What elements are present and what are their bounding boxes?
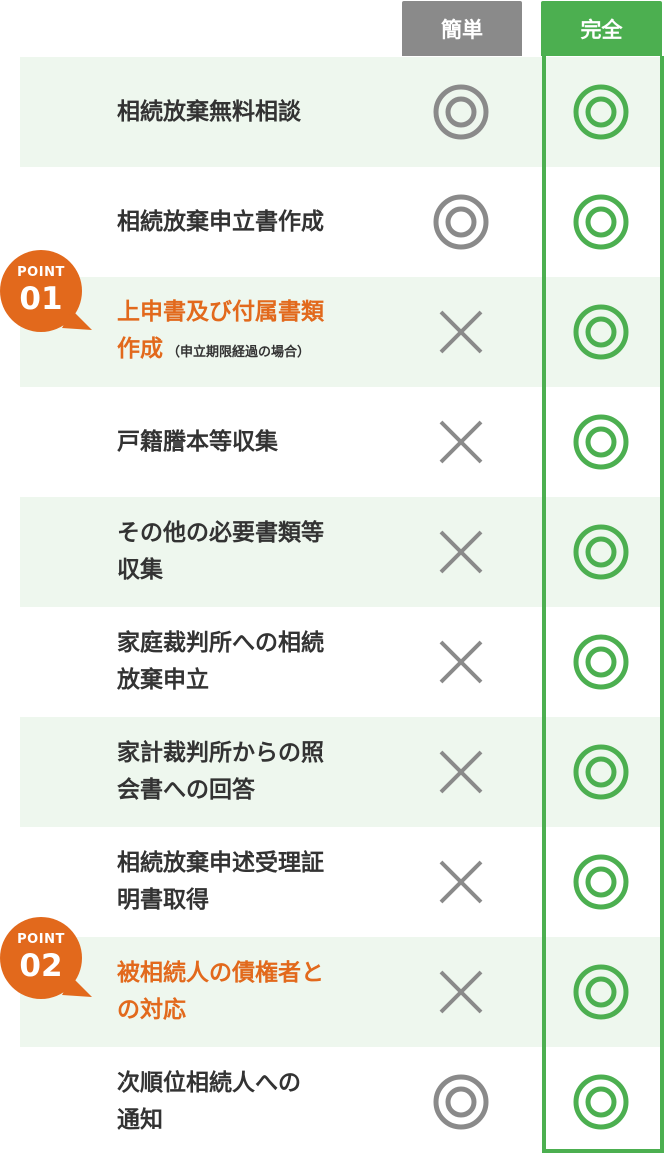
row-label: 戸籍謄本等収集 [117, 428, 278, 455]
cross-icon [439, 750, 483, 794]
cross-icon [439, 420, 483, 464]
row-label: 相続放棄申立書作成 [117, 208, 324, 235]
row-label: 上申書及び付属書類 作成 （申立期限経過の場合） [117, 298, 324, 362]
cross-icon [439, 970, 483, 1014]
cross-icon [439, 310, 483, 354]
double-circle-icon [433, 84, 489, 140]
row-label: その他の必要書類等 収集 [117, 520, 324, 583]
cross-icon [439, 530, 483, 574]
cross-icon [439, 640, 483, 684]
double-circle-icon [433, 194, 489, 250]
point-badge-01: POINT 01 [0, 248, 100, 338]
row-label: 家庭裁判所への相続 放棄申立 [117, 630, 324, 693]
point-badge-02: POINT 02 [0, 915, 100, 1005]
cross-icon [439, 860, 483, 904]
badge-label: POINT [17, 932, 65, 947]
row-label: 相続放棄無料相談 [117, 98, 301, 125]
row-note: （申立期限経過の場合） [167, 344, 311, 360]
row-label: 家計裁判所からの照 会書への回答 [117, 740, 324, 803]
badge-number: 02 [19, 948, 63, 984]
row-label: 相続放棄申述受理証 明書取得 [117, 850, 324, 913]
double-circle-icon [433, 1074, 489, 1130]
badge-label: POINT [17, 265, 65, 280]
row-label: 次順位相続人への 通知 [117, 1070, 301, 1133]
badge-number: 01 [19, 281, 63, 317]
header-full: 完全 [541, 1, 662, 56]
full-column-frame [542, 56, 664, 1153]
row-label: 被相続人の債権者と の対応 [117, 960, 324, 1023]
header-simple: 簡単 [402, 1, 522, 56]
